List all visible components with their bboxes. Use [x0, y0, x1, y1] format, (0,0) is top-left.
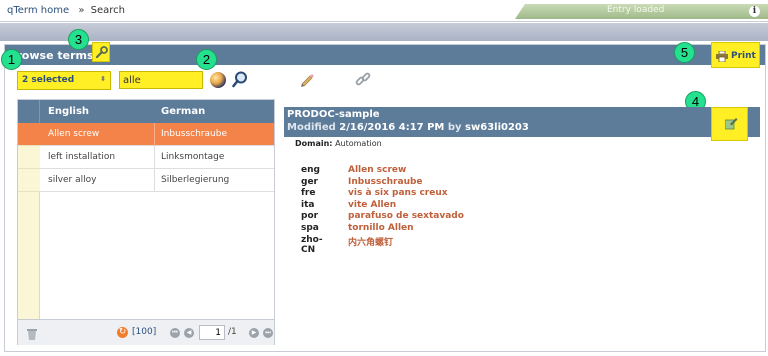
first-page-icon[interactable]: ⏮: [170, 328, 180, 338]
term-language: spa: [301, 222, 319, 233]
cell-english: silver alloy: [48, 175, 97, 185]
magnifier-icon[interactable]: [232, 71, 248, 88]
edit-icon: [725, 118, 738, 130]
print-icon: [716, 51, 728, 62]
entry-meta: Modified 2/16/2016 4:17 PM by sw63li0203: [287, 122, 529, 133]
modified-label: Modified: [287, 122, 336, 133]
page-number-input[interactable]: [199, 325, 225, 340]
column-header-german[interactable]: German: [161, 106, 205, 117]
wrench-icon: [95, 46, 108, 59]
print-label: Print: [731, 51, 756, 61]
cell-divider: [154, 146, 155, 169]
last-page-icon[interactable]: ⏭: [263, 328, 273, 338]
row-selector[interactable]: [18, 169, 40, 192]
term-text[interactable]: Inbusschraube: [348, 177, 423, 187]
top-bar: qTerm home » Search Entry loaded i: [0, 0, 768, 22]
term-language: eng: [301, 165, 320, 175]
header-band: [0, 23, 768, 41]
cell-english: left installation: [48, 152, 116, 162]
trash-icon[interactable]: [26, 327, 38, 340]
entry-title: PRODOC-sample: [287, 109, 380, 120]
term-text[interactable]: tornillo Allen: [348, 223, 414, 233]
callout-badge-2: 2: [196, 49, 217, 70]
row-selector[interactable]: [18, 146, 40, 169]
status-text: Entry loaded: [607, 5, 665, 15]
term-text[interactable]: vis à six pans creux: [348, 188, 448, 198]
search-input[interactable]: [119, 71, 203, 89]
entry-domain: Domain: Automation: [295, 139, 382, 148]
callout-badge-3: 3: [68, 29, 89, 50]
prev-page-icon[interactable]: ◀: [184, 328, 194, 338]
print-button[interactable]: Print: [711, 42, 760, 68]
grid-header: English German: [18, 100, 274, 123]
grid-gutter-header: [18, 100, 40, 123]
column-header-english[interactable]: English: [48, 106, 89, 117]
refresh-icon[interactable]: ↻: [117, 327, 128, 338]
rows-per-page[interactable]: [100]: [132, 327, 156, 337]
breadcrumb-current: Search: [90, 5, 125, 16]
callout-badge-5: 5: [674, 42, 695, 63]
term-language: zho-CN: [301, 234, 323, 255]
language-select-value: 2 selected: [22, 75, 75, 85]
breadcrumb: qTerm home » Search: [7, 5, 125, 16]
term-text[interactable]: Allen screw: [348, 165, 406, 175]
info-icon[interactable]: i: [749, 6, 760, 17]
status-bar: Entry loaded i: [515, 4, 768, 19]
globe-icon[interactable]: [210, 72, 226, 88]
cell-german: Linksmontage: [161, 152, 225, 162]
cell-english: Allen screw: [48, 129, 100, 139]
term-language: fre: [301, 188, 316, 199]
domain-label: Domain:: [295, 139, 333, 148]
cell-divider: [154, 123, 155, 146]
callout-badge-1: 1: [1, 49, 22, 70]
cell-german: Silberlegierung: [161, 175, 230, 185]
entry-header: PRODOC-sample Modified 2/16/2016 4:17 PM…: [284, 107, 760, 137]
cell-german: Inbusschraube: [161, 129, 227, 139]
grid-pager: ↻ [100] ⏮ ◀ /1 ▶ ⏭: [18, 319, 274, 345]
cell-divider: [154, 169, 155, 192]
table-row[interactable]: Allen screw Inbusschraube: [18, 123, 274, 146]
row-selector[interactable]: [18, 123, 40, 146]
next-page-icon[interactable]: ▶: [249, 328, 259, 338]
language-select[interactable]: 2 selected ⬍: [17, 71, 111, 90]
term-language: ita: [301, 199, 315, 210]
domain-value: Automation: [335, 139, 382, 148]
term-language: ger: [301, 176, 318, 187]
table-row[interactable]: silver alloy Silberlegierung: [18, 169, 274, 192]
breadcrumb-separator: »: [78, 5, 85, 16]
settings-button[interactable]: [92, 42, 110, 62]
link-icon[interactable]: [355, 71, 371, 87]
by-label: by: [447, 122, 462, 133]
table-row[interactable]: left installation Linksmontage: [18, 146, 274, 169]
term-grid: English German Allen screw Inbusschraube…: [17, 99, 275, 345]
page-total: /1: [228, 327, 237, 337]
panel-header: Browse terms: [5, 45, 765, 65]
term-language: por: [301, 211, 319, 222]
pencil-icon[interactable]: [299, 71, 315, 87]
term-text[interactable]: vite Allen: [348, 200, 396, 210]
entry-author: sw63li0203: [465, 122, 529, 133]
modified-date: 2/16/2016 4:17 PM: [339, 122, 445, 133]
breadcrumb-home-link[interactable]: qTerm home: [7, 5, 69, 16]
term-text[interactable]: 内六角螺钉: [348, 235, 393, 248]
edit-entry-button[interactable]: [711, 107, 748, 141]
chevron-updown-icon: ⬍: [100, 75, 106, 83]
term-text[interactable]: parafuso de sextavado: [348, 211, 464, 221]
